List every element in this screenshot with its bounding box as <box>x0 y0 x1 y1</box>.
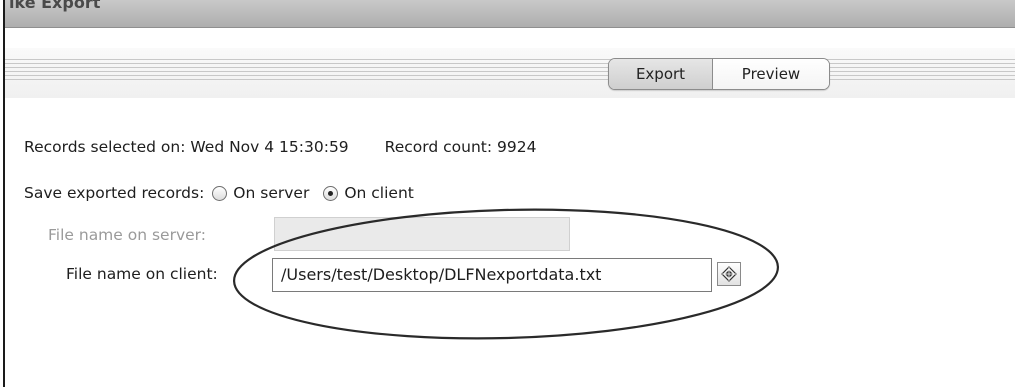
save-location-label: Save exported records: <box>24 184 205 202</box>
client-file-label: File name on client: <box>66 265 218 283</box>
server-file-input <box>274 217 570 251</box>
record-count: Record count: 9924 <box>384 138 537 156</box>
title-bar: ike Export <box>5 0 1015 28</box>
tab-export[interactable]: Export <box>609 59 713 89</box>
tab-preview[interactable]: Preview <box>713 59 829 89</box>
records-info: Records selected on: Wed Nov 4 15:30:59 R… <box>24 138 536 156</box>
on-client-label[interactable]: On client <box>344 184 414 202</box>
server-file-label: File name on server: <box>48 226 206 244</box>
on-server-radio[interactable] <box>212 185 228 201</box>
browse-button[interactable] <box>717 262 741 286</box>
tab-group: Export Preview <box>608 58 830 90</box>
on-client-radio[interactable] <box>323 185 339 201</box>
save-location-group: Save exported records: On server On clie… <box>24 184 420 202</box>
records-selected-on: Records selected on: Wed Nov 4 15:30:59 <box>24 138 349 156</box>
tab-bar <box>5 48 1015 98</box>
browse-diamond-icon <box>721 266 737 282</box>
window-title: ike Export <box>9 0 101 12</box>
client-file-input[interactable]: /Users/test/Desktop/DLFNexportdata.txt <box>272 258 712 292</box>
on-server-label[interactable]: On server <box>233 184 309 202</box>
